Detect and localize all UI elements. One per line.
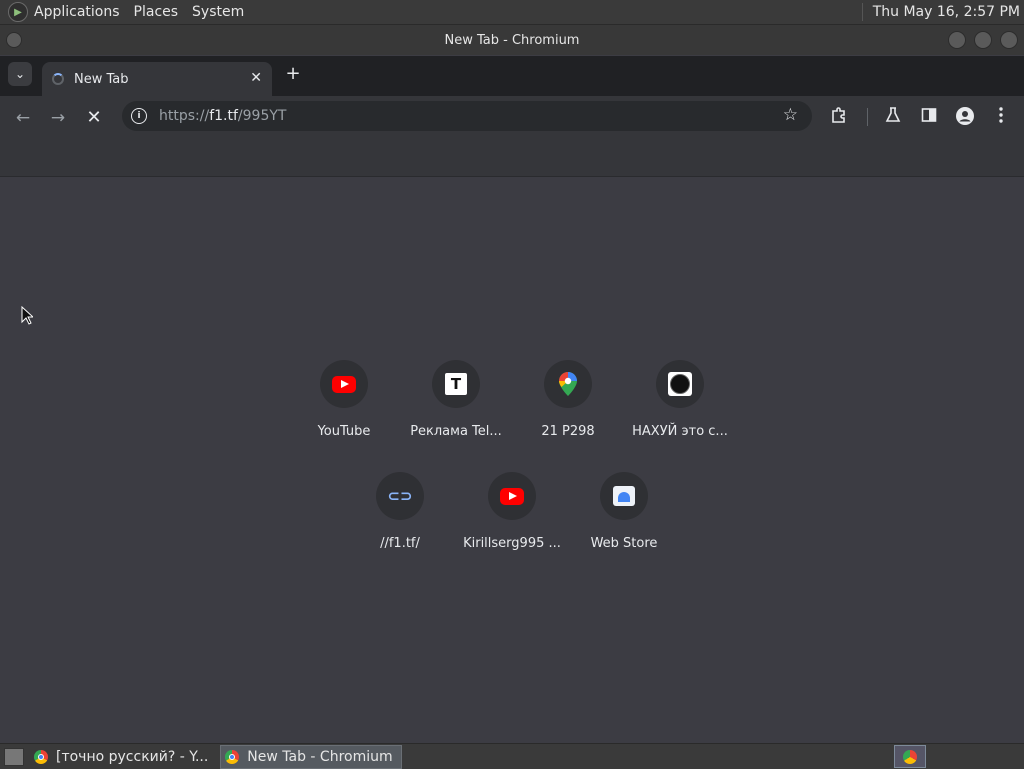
tab-title: New Tab <box>74 71 129 87</box>
tab-search-button[interactable]: ⌄ <box>8 62 32 86</box>
tab-new-tab[interactable]: New Tab ✕ <box>42 62 272 96</box>
taskbar-item-label: [точно русский? - Y... <box>56 748 209 765</box>
taskbar-item-active[interactable]: New Tab - Chromium <box>220 744 402 769</box>
toolbar-separator <box>867 108 868 126</box>
places-menu[interactable]: Places <box>134 4 179 20</box>
shortcut-label: Реклама Tel... <box>410 424 502 439</box>
chromium-icon <box>225 749 240 764</box>
shortcut-label: Kirillserg995 ... <box>463 536 561 551</box>
side-panel-icon[interactable] <box>919 106 939 126</box>
address-bar[interactable]: i https://f1.tf/995YT ☆ <box>122 101 812 131</box>
close-window-button[interactable] <box>1000 31 1018 49</box>
shortcut-icon-circle: T <box>432 360 480 408</box>
system-menu[interactable]: System <box>192 4 244 20</box>
chromium-tray-icon <box>903 749 917 764</box>
workspace-switcher[interactable] <box>894 745 926 768</box>
shortcut-label: YouTube <box>317 424 371 439</box>
url-host: f1.tf <box>209 108 238 124</box>
taskbar-item-label: New Tab - Chromium <box>247 748 393 765</box>
shortcut-icon-circle <box>600 472 648 520</box>
web-store-icon <box>613 486 635 506</box>
chevron-down-icon: ⌄ <box>14 67 26 81</box>
youtube-icon <box>500 487 524 505</box>
back-button[interactable]: ← <box>13 108 33 128</box>
labs-flask-icon[interactable] <box>883 106 903 126</box>
url-scheme: https:// <box>159 108 210 124</box>
minimize-button[interactable] <box>948 31 966 49</box>
dark-circle-icon <box>668 372 692 396</box>
applications-menu[interactable]: Applications <box>34 4 120 20</box>
shortcut-icon-circle: ⊂⊃ <box>376 472 424 520</box>
profile-avatar-icon[interactable] <box>955 106 975 126</box>
browser-toolbar: ← → ✕ i https://f1.tf/995YT ☆ <box>0 96 1024 140</box>
shortcut-tile[interactable]: 21 P298 <box>512 354 624 454</box>
distro-logo-icon[interactable]: ▶ <box>8 2 28 22</box>
shortcut-label: 21 P298 <box>541 424 595 439</box>
chromium-icon <box>34 749 48 764</box>
desktop-top-panel: ▶ Applications Places System Thu May 16,… <box>0 0 1024 25</box>
shortcut-tile[interactable]: ⊂⊃ //f1.tf/ <box>344 466 456 566</box>
shortcut-tile[interactable]: YouTube <box>288 354 400 454</box>
shortcut-tile[interactable]: НАХУЙ это с... <box>624 354 736 454</box>
youtube-icon <box>332 375 356 393</box>
taskbar-item[interactable]: [точно русский? - Y... <box>30 746 216 768</box>
shortcut-label: НАХУЙ это с... <box>632 424 728 439</box>
site-info-icon[interactable]: i <box>131 108 147 124</box>
shortcut-icon-circle <box>320 360 368 408</box>
stop-x-icon: ✕ <box>86 107 102 128</box>
close-tab-icon[interactable]: ✕ <box>250 70 262 86</box>
forward-arrow-icon: → <box>50 108 66 128</box>
shortcut-tile[interactable]: T Реклама Tel... <box>400 354 512 454</box>
show-desktop-icon[interactable] <box>4 747 24 766</box>
maps-pin-icon <box>559 372 577 396</box>
url-path: /995YT <box>237 108 287 124</box>
shortcut-icon-circle <box>656 360 704 408</box>
telegram-ads-icon: T <box>445 373 467 395</box>
shortcut-label: Web Store <box>590 536 658 551</box>
forward-button[interactable]: → <box>48 108 68 128</box>
window-titlebar[interactable]: New Tab - Chromium <box>0 25 1024 55</box>
window-menu-button[interactable] <box>6 32 22 48</box>
tab-strip: ⌄ New Tab ✕ + <box>0 56 1024 96</box>
menu-kebab-icon[interactable] <box>991 106 1011 126</box>
shortcut-icon-circle <box>544 360 592 408</box>
stop-loading-button[interactable]: ✕ <box>84 107 104 128</box>
shortcut-tile[interactable]: Web Store <box>568 466 680 566</box>
panel-clock[interactable]: Thu May 16, 2:57 PM <box>861 3 1024 21</box>
bookmarks-bar <box>0 140 1024 177</box>
new-tab-page: YouTube T Реклама Tel... 21 P298 НАХУЙ э… <box>0 177 1024 743</box>
bookmark-star-icon[interactable]: ☆ <box>783 105 798 125</box>
loading-spinner-icon <box>52 73 64 85</box>
shortcut-icon-circle <box>488 472 536 520</box>
new-tab-button[interactable]: + <box>284 64 302 84</box>
shortcut-tile[interactable]: Kirillserg995 ... <box>456 466 568 566</box>
desktop-taskbar: [точно русский? - Y... New Tab - Chromiu… <box>0 743 1024 769</box>
window-title: New Tab - Chromium <box>444 32 580 48</box>
maximize-button[interactable] <box>974 31 992 49</box>
extensions-puzzle-icon[interactable] <box>829 106 849 126</box>
mouse-cursor-icon <box>21 306 33 325</box>
link-icon: ⊂⊃ <box>387 487 413 505</box>
back-arrow-icon: ← <box>15 108 31 128</box>
shortcut-label: //f1.tf/ <box>380 536 420 551</box>
